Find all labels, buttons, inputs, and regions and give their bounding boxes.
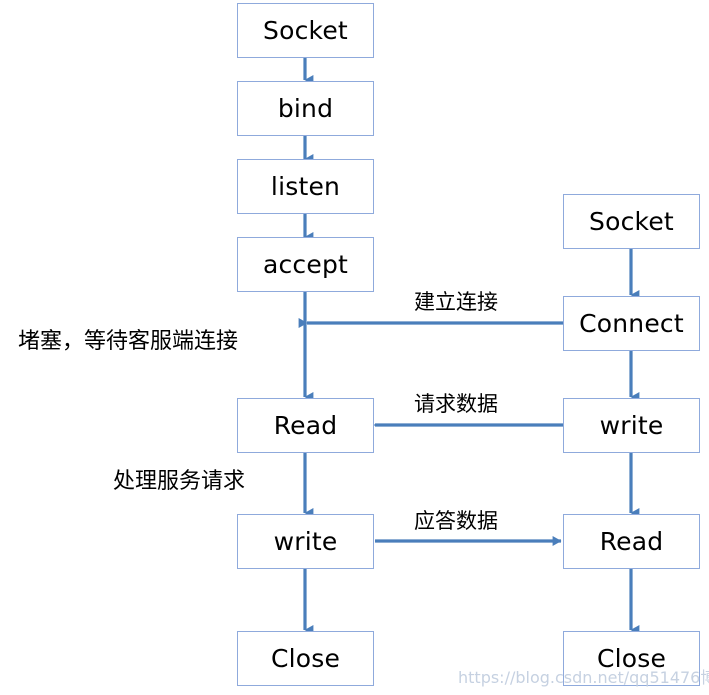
- watermark: https://blog.csdn.net/qq51476博客: [458, 668, 709, 687]
- node-server-bind[interactable]: bind: [237, 81, 374, 136]
- node-server-socket[interactable]: Socket: [237, 3, 374, 58]
- node-server-read[interactable]: Read: [237, 398, 374, 453]
- node-client-connect[interactable]: Connect: [563, 296, 700, 351]
- node-client-write[interactable]: write: [563, 398, 700, 453]
- note-blocking-wait-for-client: 堵塞，等待客服端连接: [18, 329, 239, 354]
- node-server-close[interactable]: Close: [237, 631, 374, 686]
- node-client-read[interactable]: Read: [563, 514, 700, 569]
- edge-label-response-data: 应答数据: [414, 509, 498, 533]
- node-server-write[interactable]: write: [237, 514, 374, 569]
- note-handle-service-request: 处理服务请求: [113, 469, 246, 494]
- edge-label-request-data: 请求数据: [414, 392, 498, 416]
- node-server-accept[interactable]: accept: [237, 237, 374, 292]
- diagram-canvas: Socket bind listen accept Read write Clo…: [0, 0, 709, 695]
- node-server-listen[interactable]: listen: [237, 159, 374, 214]
- node-client-socket[interactable]: Socket: [563, 194, 700, 249]
- edge-label-establish-connection: 建立连接: [414, 290, 498, 314]
